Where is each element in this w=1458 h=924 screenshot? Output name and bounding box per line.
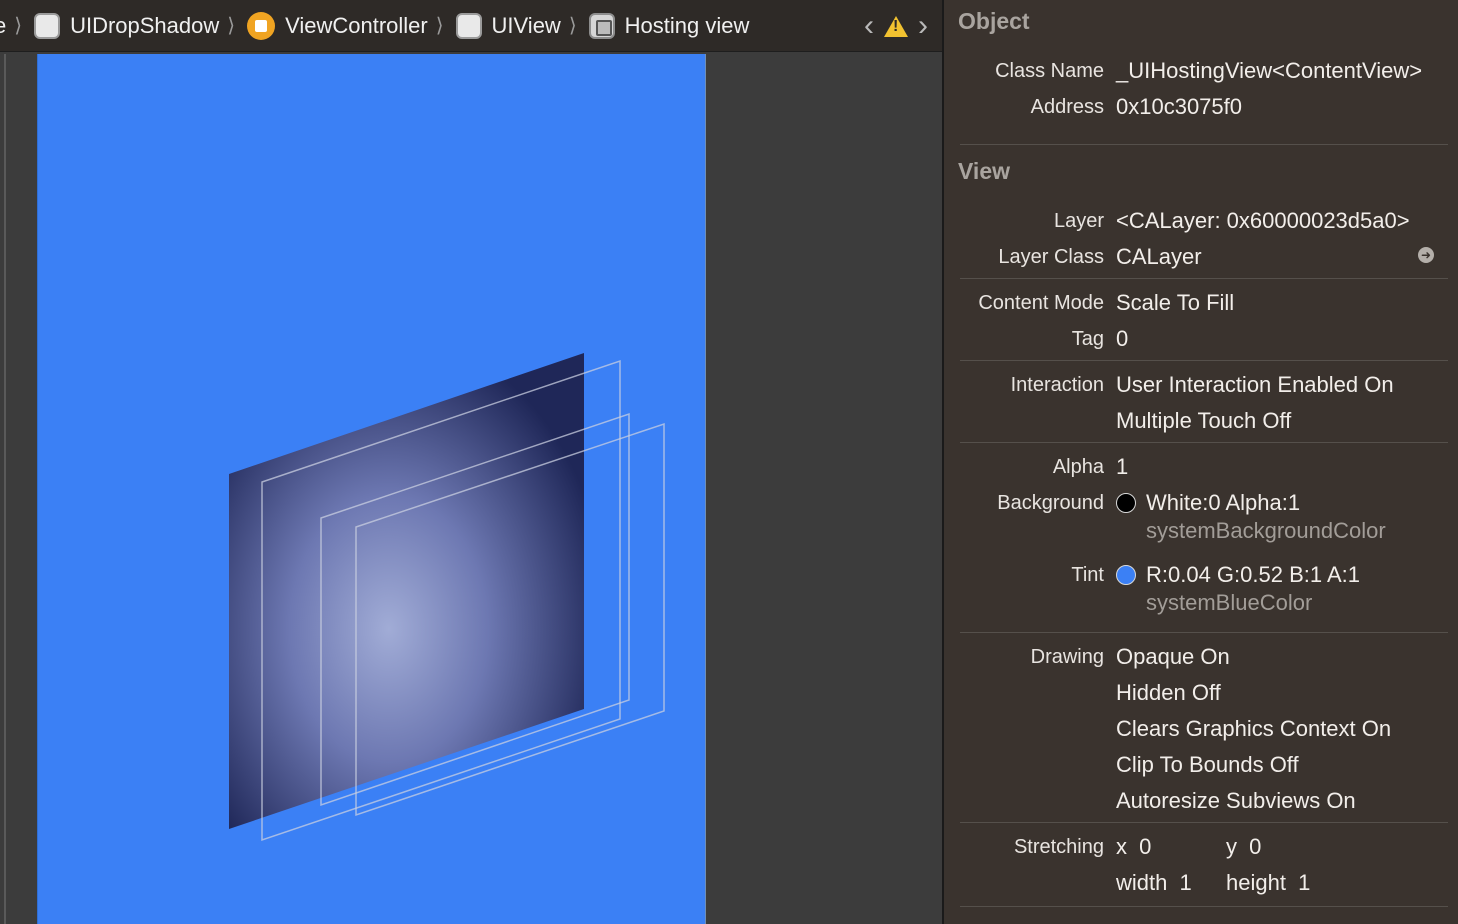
divider [960,144,1448,145]
stretch-y-value: 0 [1249,834,1262,859]
stretch-y-label: y [1226,834,1237,859]
object-inspector: Object Class Name _UIHostingView<Content… [944,0,1458,924]
section-title-view: View [958,158,1010,184]
content-mode-label: Content Mode [978,292,1104,314]
content-mode-value: Scale To Fill [1116,290,1235,315]
background-label: Background [997,492,1104,514]
stretch-height-label: height [1226,870,1286,895]
tag-value: 0 [1116,326,1129,351]
alpha-value: 1 [1116,454,1129,479]
stretch-width-label: width [1116,870,1168,895]
go-to-arrow-icon[interactable]: ➜ [1418,247,1434,263]
divider [960,360,1448,361]
view-debugger-canvas: e ⟩ UIDropShadow ⟩ ViewController ⟩ UIVi… [0,0,942,924]
layer-label: Layer [1053,210,1104,232]
section-title-object: Object [958,8,1030,34]
layer-class-label: Layer Class [998,246,1104,268]
divider [960,278,1448,279]
layer-value: <CALayer: 0x60000023d5a0> [1116,208,1410,233]
tint-color-name: systemBlueColor [1146,590,1313,615]
divider [960,442,1448,443]
tag-label: Tag [1071,328,1104,350]
stretch-x-value: 0 [1139,834,1152,859]
tint-label: Tint [1071,564,1104,586]
drawing-value: Autoresize Subviews On [1116,788,1356,813]
stretch-y: y 0 [1226,834,1261,860]
class-name-value: _UIHostingView<ContentView> [1116,58,1423,83]
address-value: 0x10c3075f0 [1116,94,1242,119]
stretch-x: x 0 [1116,834,1151,860]
stretch-height-value: 1 [1298,870,1311,895]
drawing-value: Clears Graphics Context On [1116,716,1392,741]
address-label: Address [1030,96,1104,118]
tint-value: R:0.04 G:0.52 B:1 A:1 [1146,562,1361,587]
stretch-width: width 1 [1116,870,1192,896]
drawing-value: Opaque On [1116,644,1230,669]
stretch-width-value: 1 [1179,870,1192,895]
divider [960,632,1448,633]
interaction-value: Multiple Touch Off [1116,408,1292,433]
background-color-swatch [1116,493,1136,513]
drawing-value: Clip To Bounds Off [1116,752,1299,777]
exploded-layer-stack [229,353,665,842]
stretching-label: Stretching [1013,836,1104,858]
layer-class-value: CALayer [1116,244,1202,269]
alpha-label: Alpha [1052,456,1104,478]
shadow-layer[interactable] [229,353,584,829]
drawing-value: Hidden Off [1116,680,1221,705]
interaction-value: User Interaction Enabled On [1116,372,1394,397]
class-name-label: Class Name [995,60,1104,82]
stretch-height: height 1 [1226,870,1310,896]
background-value: White:0 Alpha:1 [1146,490,1301,515]
divider [960,906,1448,907]
background-color-name: systemBackgroundColor [1146,518,1386,543]
tint-color-swatch [1116,565,1136,585]
interaction-label: Interaction [1010,374,1104,396]
divider [960,822,1448,823]
stretch-x-label: x [1116,834,1127,859]
drawing-label: Drawing [1030,646,1104,668]
